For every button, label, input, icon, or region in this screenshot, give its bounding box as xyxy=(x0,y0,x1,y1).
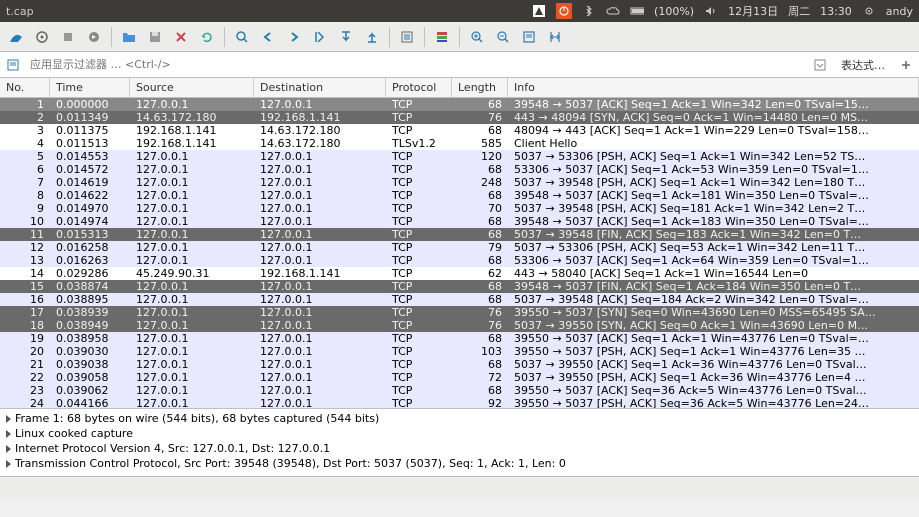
packet-row[interactable]: 220.039058127.0.0.1127.0.0.1TCP725037 → … xyxy=(0,371,919,384)
filter-bookmark-icon[interactable] xyxy=(4,56,22,74)
col-header-length[interactable]: Length xyxy=(452,78,508,97)
main-toolbar xyxy=(0,22,919,52)
col-header-no[interactable]: No. xyxy=(0,78,50,97)
status-date: 12月13日 xyxy=(728,3,778,19)
packet-row[interactable]: 190.038958127.0.0.1127.0.0.1TCP6839550 →… xyxy=(0,332,919,345)
go-back-icon[interactable] xyxy=(256,25,280,49)
autoscroll-icon[interactable] xyxy=(395,25,419,49)
packet-row[interactable]: 130.016263127.0.0.1127.0.0.1TCP6853306 →… xyxy=(0,254,919,267)
detail-line[interactable]: Linux cooked capture xyxy=(6,426,913,441)
filter-dropdown-icon[interactable] xyxy=(811,56,829,74)
go-forward-icon[interactable] xyxy=(282,25,306,49)
reload-icon[interactable] xyxy=(195,25,219,49)
expand-icon[interactable] xyxy=(6,415,11,423)
filter-bar: 表达式… xyxy=(0,52,919,78)
col-header-protocol[interactable]: Protocol xyxy=(386,78,452,97)
col-header-destination[interactable]: Destination xyxy=(254,78,386,97)
col-header-info[interactable]: Info xyxy=(508,78,919,97)
expand-icon[interactable] xyxy=(6,460,11,468)
expand-icon[interactable] xyxy=(6,430,11,438)
packet-row[interactable]: 20.01134914.63.172.180192.168.1.141TCP76… xyxy=(0,111,919,124)
zoom-in-icon[interactable] xyxy=(465,25,489,49)
window-title: t.cap xyxy=(6,5,34,18)
packet-row[interactable]: 150.038874127.0.0.1127.0.0.1TCP6839548 →… xyxy=(0,280,919,293)
detail-line[interactable]: Transmission Control Protocol, Src Port:… xyxy=(6,456,913,471)
os-topbar: t.cap (100%) 12月13日 周二 13:30 andy xyxy=(0,0,919,22)
find-icon[interactable] xyxy=(230,25,254,49)
packet-row[interactable]: 80.014622127.0.0.1127.0.0.1TCP6839548 → … xyxy=(0,189,919,202)
packet-list-header: No. Time Source Destination Protocol Len… xyxy=(0,78,919,98)
packet-row[interactable]: 40.011513192.168.1.14114.63.172.180TLSv1… xyxy=(0,137,919,150)
col-header-time[interactable]: Time xyxy=(50,78,130,97)
packet-row[interactable]: 90.014970127.0.0.1127.0.0.1TCP705037 → 3… xyxy=(0,202,919,215)
status-user: andy xyxy=(886,5,913,18)
packet-detail-pane[interactable]: Frame 1: 68 bytes on wire (544 bits), 68… xyxy=(0,408,919,476)
power-icon[interactable] xyxy=(556,3,572,19)
packet-row[interactable]: 110.015313127.0.0.1127.0.0.1TCP685037 → … xyxy=(0,228,919,241)
packet-row[interactable]: 50.014553127.0.0.1127.0.0.1TCP1205037 → … xyxy=(0,150,919,163)
settings-icon[interactable] xyxy=(862,4,876,18)
status-time: 13:30 xyxy=(820,5,852,18)
detail-line[interactable]: Frame 1: 68 bytes on wire (544 bits), 68… xyxy=(6,411,913,426)
expand-icon[interactable] xyxy=(6,445,11,453)
packet-row[interactable]: 100.014974127.0.0.1127.0.0.1TCP6839548 →… xyxy=(0,215,919,228)
packet-row[interactable]: 120.016258127.0.0.1127.0.0.1TCP795037 → … xyxy=(0,241,919,254)
go-to-packet-icon[interactable] xyxy=(308,25,332,49)
go-last-icon[interactable] xyxy=(360,25,384,49)
battery-icon[interactable] xyxy=(630,4,644,18)
cloud-icon[interactable] xyxy=(606,4,620,18)
status-area: (100%) 12月13日 周二 13:30 andy xyxy=(532,3,913,19)
bluetooth-icon[interactable] xyxy=(582,4,596,18)
filter-add-icon[interactable] xyxy=(897,56,915,74)
go-first-icon[interactable] xyxy=(334,25,358,49)
stop-capture-icon[interactable] xyxy=(56,25,80,49)
battery-percent: (100%) xyxy=(654,5,694,18)
packet-row[interactable]: 30.011375192.168.1.14114.63.172.180TCP68… xyxy=(0,124,919,137)
save-file-icon[interactable] xyxy=(143,25,167,49)
packet-row[interactable]: 10.000000127.0.0.1127.0.0.1TCP6839548 → … xyxy=(0,98,919,111)
packet-row[interactable]: 160.038895127.0.0.1127.0.0.1TCP685037 → … xyxy=(0,293,919,306)
resize-columns-icon[interactable] xyxy=(543,25,567,49)
open-file-icon[interactable] xyxy=(117,25,141,49)
volume-icon[interactable] xyxy=(704,4,718,18)
zoom-reset-icon[interactable] xyxy=(517,25,541,49)
packet-list[interactable]: 10.000000127.0.0.1127.0.0.1TCP6839548 → … xyxy=(0,98,919,408)
zoom-out-icon[interactable] xyxy=(491,25,515,49)
packet-row[interactable]: 230.039062127.0.0.1127.0.0.1TCP6839550 →… xyxy=(0,384,919,397)
close-file-icon[interactable] xyxy=(169,25,193,49)
packet-row[interactable]: 240.044166127.0.0.1127.0.0.1TCP9239550 →… xyxy=(0,397,919,408)
colorize-icon[interactable] xyxy=(430,25,454,49)
shark-fin-icon[interactable] xyxy=(4,25,28,49)
packet-row[interactable]: 70.014619127.0.0.1127.0.0.1TCP2485037 → … xyxy=(0,176,919,189)
detail-line[interactable]: Internet Protocol Version 4, Src: 127.0.… xyxy=(6,441,913,456)
restart-capture-icon[interactable] xyxy=(82,25,106,49)
status-bar xyxy=(0,476,919,498)
capture-options-icon[interactable] xyxy=(30,25,54,49)
expression-button[interactable]: 表达式… xyxy=(833,54,893,76)
packet-row[interactable]: 60.014572127.0.0.1127.0.0.1TCP6853306 → … xyxy=(0,163,919,176)
app-indicator-icon[interactable] xyxy=(532,4,546,18)
packet-row[interactable]: 140.02928645.249.90.31192.168.1.141TCP62… xyxy=(0,267,919,280)
display-filter-input[interactable] xyxy=(26,55,807,75)
col-header-source[interactable]: Source xyxy=(130,78,254,97)
packet-row[interactable]: 200.039030127.0.0.1127.0.0.1TCP10339550 … xyxy=(0,345,919,358)
packet-row[interactable]: 180.038949127.0.0.1127.0.0.1TCP765037 → … xyxy=(0,319,919,332)
status-weekday: 周二 xyxy=(788,3,810,19)
packet-row[interactable]: 210.039038127.0.0.1127.0.0.1TCP685037 → … xyxy=(0,358,919,371)
packet-row[interactable]: 170.038939127.0.0.1127.0.0.1TCP7639550 →… xyxy=(0,306,919,319)
